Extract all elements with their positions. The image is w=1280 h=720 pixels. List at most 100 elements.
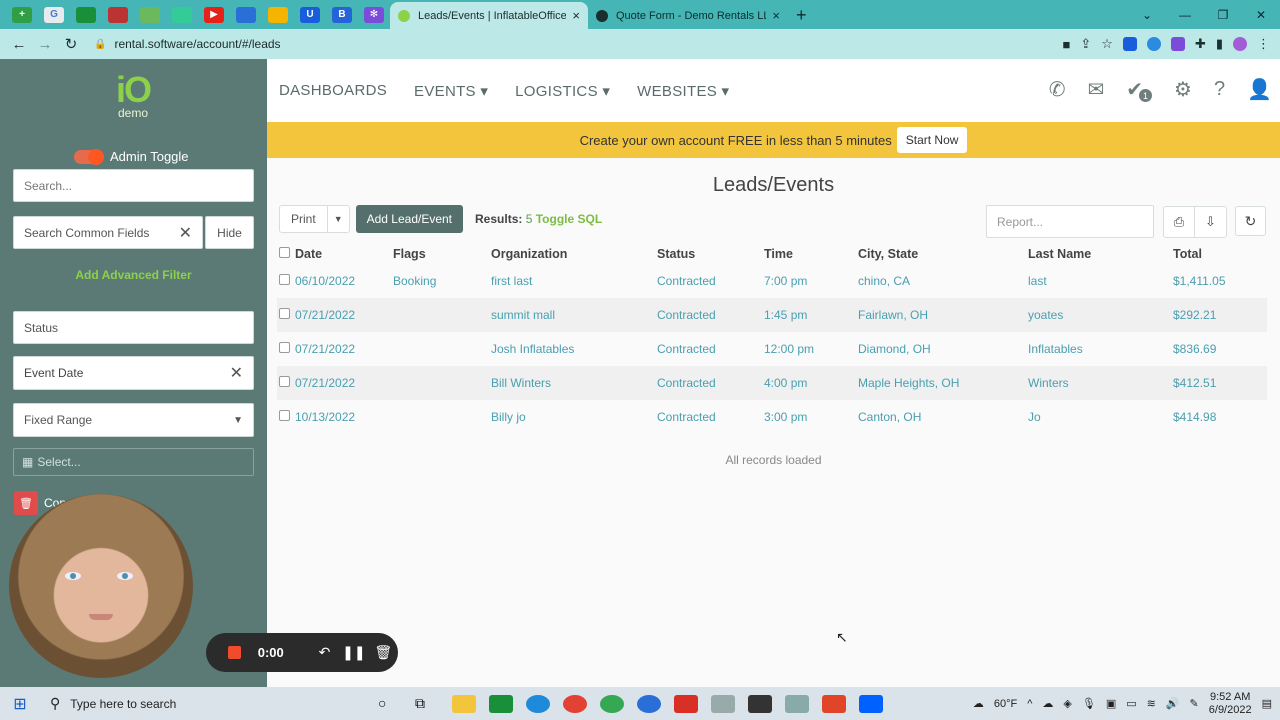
- share-icon[interactable]: ⇪: [1080, 36, 1091, 52]
- kebab-menu-icon[interactable]: ⋮: [1257, 36, 1270, 52]
- cell-status[interactable]: Contracted: [657, 264, 764, 298]
- cell-organization[interactable]: Bill Winters: [491, 366, 657, 400]
- print-dropdown-caret[interactable]: ▼: [326, 205, 349, 233]
- stop-recording-button[interactable]: [228, 646, 241, 659]
- app-icon[interactable]: [637, 694, 661, 713]
- taskbar-search[interactable]: ⚲ Type here to search: [40, 687, 330, 720]
- star-icon[interactable]: ☆: [1101, 36, 1113, 52]
- pinned-tab-icon[interactable]: B: [332, 6, 352, 23]
- cell-last-name[interactable]: Jo: [1028, 400, 1173, 434]
- google-icon[interactable]: G: [44, 6, 64, 23]
- cell-city-state[interactable]: Maple Heights, OH: [858, 366, 1028, 400]
- admin-toggle[interactable]: Admin Toggle: [74, 148, 189, 165]
- cell-status[interactable]: Contracted: [657, 366, 764, 400]
- battery-icon[interactable]: ▭: [1126, 697, 1136, 710]
- volume-icon[interactable]: 🔊: [1166, 697, 1180, 710]
- column-header-last-name[interactable]: Last Name: [1028, 243, 1173, 264]
- menu-dashboards[interactable]: DASHBOARDS: [279, 82, 387, 100]
- column-header-organization[interactable]: Organization: [491, 243, 657, 264]
- weather-icon[interactable]: ☁: [973, 697, 984, 710]
- edge-icon[interactable]: [526, 694, 550, 713]
- phone-icon[interactable]: ✆: [1049, 77, 1066, 102]
- back-icon[interactable]: ←: [6, 36, 32, 53]
- windows-start-icon[interactable]: ⊞: [0, 694, 40, 714]
- cell-total[interactable]: $836.69: [1173, 332, 1267, 366]
- trash-button[interactable]: 🗑: [14, 491, 38, 515]
- microphone-icon[interactable]: 🎙: [1082, 697, 1096, 710]
- select-all-checkbox[interactable]: [279, 246, 290, 258]
- add-advanced-filter-link[interactable]: Add Advanced Filter: [0, 268, 267, 282]
- delete-recording-icon[interactable]: 🗑: [369, 644, 398, 661]
- add-lead-event-button[interactable]: Add Lead/Event: [355, 205, 464, 233]
- cell-date[interactable]: 07/21/2022: [295, 332, 393, 366]
- cell-last-name[interactable]: yoates: [1028, 298, 1173, 332]
- calculator-icon[interactable]: [785, 694, 809, 713]
- cell-time[interactable]: 7:00 pm: [764, 264, 858, 298]
- row-checkbox[interactable]: [279, 274, 290, 285]
- column-header-time[interactable]: Time: [764, 243, 858, 264]
- tray-app-icon[interactable]: ◈: [1063, 697, 1071, 710]
- cell-last-name[interactable]: Winters: [1028, 366, 1173, 400]
- onedrive-icon[interactable]: ☁: [1042, 697, 1053, 710]
- pinned-tab-icon[interactable]: [172, 6, 192, 23]
- cell-total[interactable]: $412.51: [1173, 366, 1267, 400]
- cell-time[interactable]: 4:00 pm: [764, 366, 858, 400]
- range-select[interactable]: Fixed Range ▼: [13, 403, 254, 437]
- cell-organization[interactable]: first last: [491, 264, 657, 298]
- cell-city-state[interactable]: chino, CA: [858, 264, 1028, 298]
- app-icon[interactable]: [489, 694, 513, 713]
- report-input[interactable]: Report...: [986, 205, 1154, 238]
- new-tab-icon[interactable]: +: [796, 2, 807, 29]
- app-icon[interactable]: [711, 694, 735, 713]
- minimize-icon[interactable]: —: [1166, 8, 1204, 22]
- cell-total[interactable]: $292.21: [1173, 298, 1267, 332]
- cell-total[interactable]: $414.98: [1173, 400, 1267, 434]
- cell-time[interactable]: 1:45 pm: [764, 298, 858, 332]
- column-header-total[interactable]: Total: [1173, 243, 1267, 264]
- task-view-icon[interactable]: ⧉: [415, 695, 439, 713]
- cell-date[interactable]: 06/10/2022: [295, 264, 393, 298]
- cell-total[interactable]: $1,411.05: [1173, 264, 1267, 298]
- search-common-fields-input[interactable]: Search Common Fields ✕: [13, 216, 203, 249]
- refresh-icon[interactable]: ↻: [1235, 206, 1266, 236]
- cell-city-state[interactable]: Canton, OH: [858, 400, 1028, 434]
- app-logo[interactable]: iO demo: [112, 72, 154, 121]
- cell-date[interactable]: 07/21/2022: [295, 298, 393, 332]
- table-row[interactable]: 10/13/2022 Billy jo Contracted 3:00 pm C…: [277, 400, 1267, 434]
- cell-status[interactable]: Contracted: [657, 332, 764, 366]
- row-checkbox[interactable]: [279, 376, 290, 387]
- app-icon[interactable]: [674, 694, 698, 713]
- tab-quote-form[interactable]: Quote Form - Demo Rentals LLC ×: [588, 2, 788, 29]
- extension-icon[interactable]: [1146, 37, 1161, 51]
- row-checkbox[interactable]: [279, 342, 290, 353]
- youtube-icon[interactable]: ▶: [204, 6, 224, 23]
- maximize-icon[interactable]: ❐: [1204, 8, 1242, 22]
- cell-time[interactable]: 12:00 pm: [764, 332, 858, 366]
- event-date-filter[interactable]: Event Date ✕: [13, 356, 254, 390]
- weather-temp[interactable]: 60°F: [994, 698, 1017, 710]
- table-row[interactable]: 06/10/2022 Booking first last Contracted…: [277, 264, 1267, 298]
- cell-city-state[interactable]: Fairlawn, OH: [858, 298, 1028, 332]
- user-icon[interactable]: 👤: [1247, 77, 1272, 102]
- pinned-tab-icon[interactable]: ✻: [364, 6, 384, 23]
- search-input[interactable]: Search...: [13, 169, 254, 202]
- close-window-icon[interactable]: ✕: [1242, 8, 1280, 22]
- cell-date[interactable]: 07/21/2022: [295, 366, 393, 400]
- cortana-icon[interactable]: ○: [378, 695, 402, 713]
- chrome-icon[interactable]: [563, 694, 587, 713]
- close-tab-icon[interactable]: ×: [572, 8, 580, 23]
- pen-icon[interactable]: ✎: [1190, 697, 1199, 710]
- start-now-button[interactable]: Start Now: [896, 127, 968, 153]
- row-checkbox[interactable]: [279, 410, 290, 421]
- puzzle-icon[interactable]: ✚: [1195, 36, 1206, 52]
- wifi-icon[interactable]: ≋: [1147, 697, 1156, 710]
- notifications-icon[interactable]: ▤: [1262, 697, 1272, 710]
- cell-status[interactable]: Contracted: [657, 298, 764, 332]
- url-field[interactable]: 🔒 rental.software/account/#/leads: [94, 37, 1063, 51]
- pinned-tab-icon[interactable]: +: [12, 6, 32, 23]
- file-explorer-icon[interactable]: [452, 694, 476, 713]
- date-select-field[interactable]: ▦ Select...: [13, 448, 254, 476]
- dropbox-icon[interactable]: [859, 694, 883, 713]
- camera-icon[interactable]: ■: [1063, 37, 1071, 52]
- column-header-flags[interactable]: Flags: [393, 243, 491, 264]
